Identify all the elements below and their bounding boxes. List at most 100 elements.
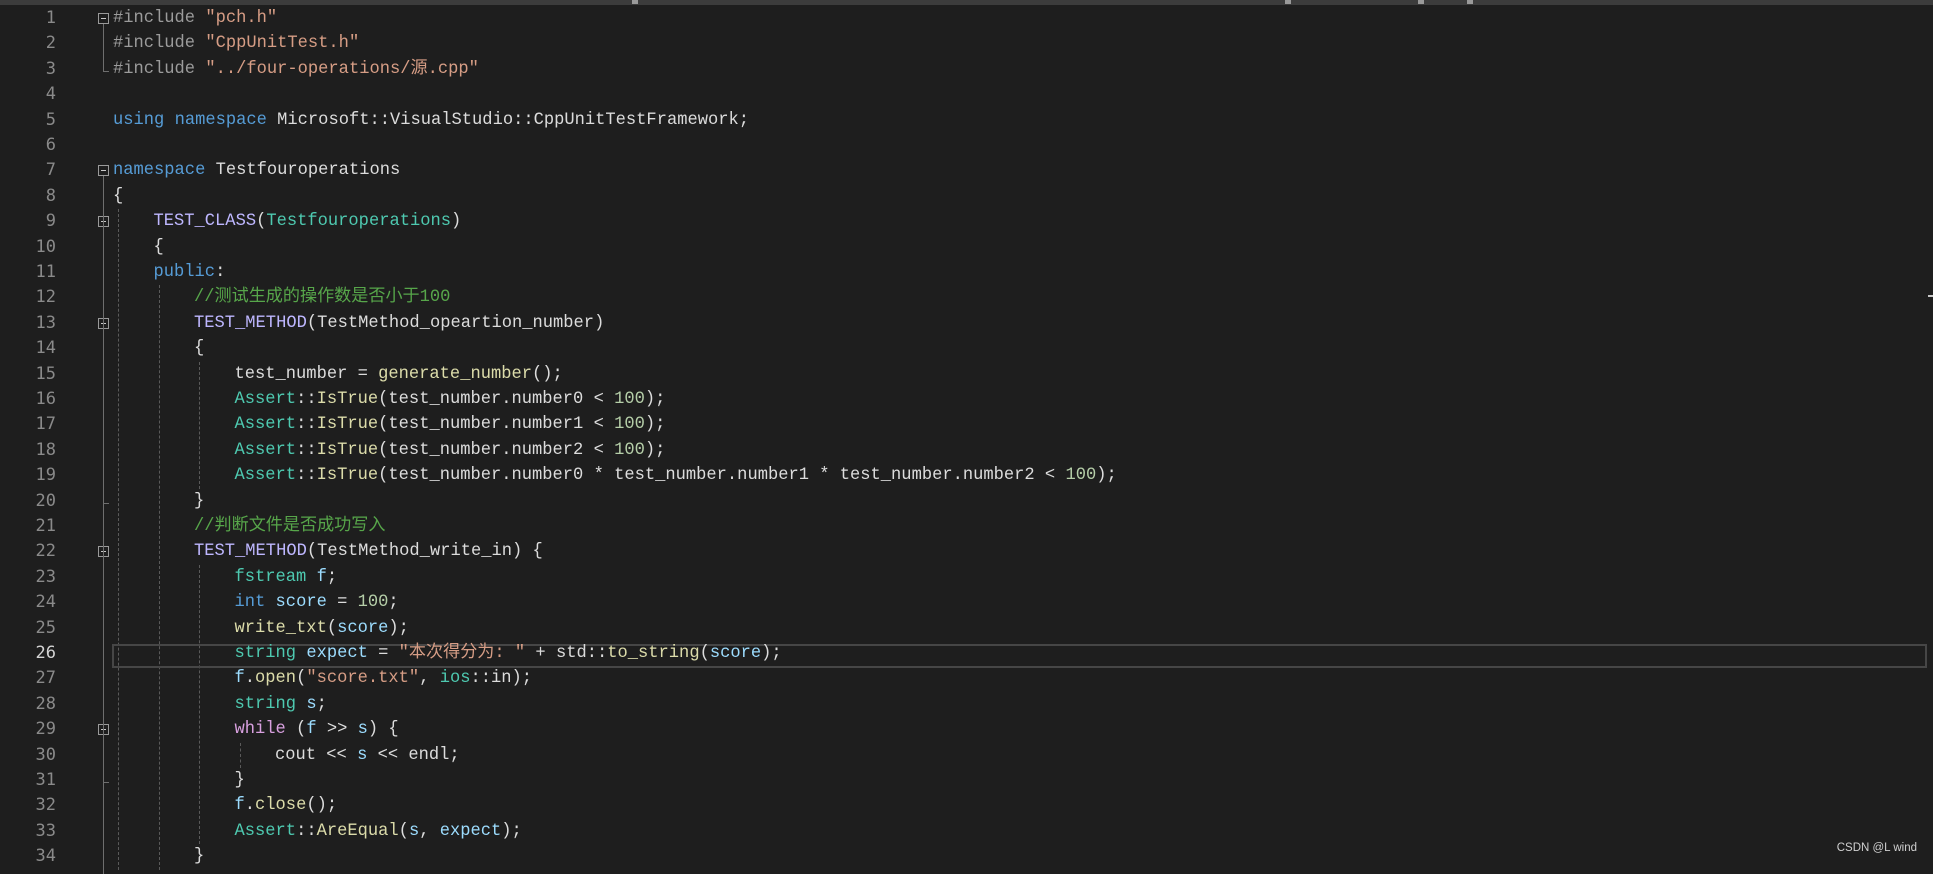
code-token: while (234, 720, 286, 740)
code-line[interactable]: 3 #include "../four-operations/源.cpp" (0, 57, 1933, 82)
code-line[interactable]: 6 (0, 133, 1933, 158)
code-line[interactable]: 11 public: (0, 260, 1933, 285)
line-number: 14 (35, 338, 56, 359)
code-line[interactable]: 31} (0, 768, 1933, 793)
code-text: TEST_CLASS(Testfouroperations) (154, 209, 462, 234)
code-token: expect (439, 821, 502, 841)
code-line[interactable]: 32 f.close(); (0, 793, 1933, 818)
line-number: 24 (35, 592, 56, 613)
code-token: 100 (614, 415, 645, 435)
code-line[interactable]: 26 string expect = "本次得分为: " + std::to_st… (0, 641, 1933, 666)
line-number: 23 (35, 566, 56, 587)
code-line[interactable]: 21 //判断文件是否成功写入 (0, 514, 1933, 539)
code-line[interactable]: 28 string s; (0, 692, 1933, 717)
code-line[interactable]: 10 { (0, 235, 1933, 260)
code-text: //判断文件是否成功写入 (194, 514, 385, 539)
code-token: //测试生成的操作数是否小于100 (194, 288, 451, 308)
code-line[interactable]: 7 namespace Testfouroperations (0, 158, 1933, 183)
code-token: cout << (275, 745, 358, 765)
code-text: { (154, 235, 164, 260)
code-line[interactable]: 8{ (0, 184, 1933, 209)
code-token: s (306, 694, 317, 714)
code-line[interactable]: 15 test_number = generate_number(); (0, 362, 1933, 387)
code-line[interactable]: 20} (0, 489, 1933, 514)
code-line[interactable]: 19 Assert::IsTrue(test_number.number0 * t… (0, 463, 1933, 488)
code-text: write_txt(score); (235, 616, 409, 641)
code-token: Microsoft::VisualStudio::CppUnitTestFram… (266, 110, 750, 130)
code-line[interactable]: 14 { (0, 336, 1933, 361)
code-line[interactable]: 18 Assert::IsTrue(test_number.number2 < 1… (0, 438, 1933, 463)
line-number: 8 (45, 185, 56, 206)
line-number: 10 (35, 236, 56, 257)
code-text: } (235, 768, 245, 793)
code-token: //判断文件是否成功写入 (194, 517, 386, 536)
code-token: ) (451, 212, 462, 232)
code-token: IsTrue (316, 466, 379, 486)
code-text: test_number = generate_number(); (235, 362, 563, 387)
code-text: Assert::AreEqual(s, expect); (235, 819, 522, 844)
code-token: f (234, 796, 245, 816)
code-line[interactable]: 12 //测试生成的操作数是否小于100 (0, 285, 1933, 310)
code-token: + std:: (525, 644, 608, 663)
code-line[interactable]: 27 f.open("score.txt", ios::in); (0, 666, 1933, 691)
code-token: >> (316, 720, 358, 740)
code-line[interactable]: 25 write_txt(score); (0, 616, 1933, 641)
code-line[interactable]: 13 TEST_METHOD(TestMethod_opeartion_numbe… (0, 311, 1933, 336)
code-token: 100 (357, 593, 389, 613)
code-token: , (419, 821, 440, 841)
code-token: IsTrue (316, 440, 379, 460)
code-token: s (357, 745, 368, 765)
code-text: f.close(); (235, 793, 338, 818)
code-line[interactable]: 9 TEST_CLASS(Testfouroperations) (0, 209, 1933, 234)
code-token: :: (296, 466, 317, 486)
code-line[interactable]: 16 Assert::IsTrue(test_number.number0 < 1… (0, 387, 1933, 412)
scrollbar-marker (1928, 295, 1933, 297)
code-token: { (113, 186, 124, 206)
code-token: ( (296, 669, 307, 689)
code-token: f (234, 669, 245, 689)
code-token: "CppUnitTest.h" (205, 34, 360, 54)
code-line[interactable]: 17 Assert::IsTrue(test_number.number1 < 1… (0, 412, 1933, 437)
line-number: 2 (45, 33, 56, 54)
code-text: Assert::IsTrue(test_number.number0 < 100… (235, 387, 666, 412)
code-line[interactable]: 29 while (f >> s) { (0, 717, 1933, 742)
code-token: "pch.h" (205, 9, 278, 28)
code-token: ::in); (470, 669, 533, 689)
code-line[interactable]: 34} (0, 844, 1933, 869)
code-token: ); (1096, 466, 1117, 486)
code-text: Assert::IsTrue(test_number.number0 * tes… (235, 463, 1117, 488)
code-token: : (215, 263, 226, 282)
code-token: score (337, 618, 389, 638)
line-number: 28 (35, 693, 56, 714)
line-number: 6 (45, 135, 56, 155)
code-line[interactable]: 4 (0, 82, 1933, 107)
code-token: f (306, 720, 317, 740)
watermark: CSDN @L wind (1836, 842, 1917, 854)
code-text: Assert::IsTrue(test_number.number1 < 100… (235, 412, 666, 437)
line-number: 27 (35, 668, 56, 689)
code-token: ); (388, 618, 409, 638)
code-text: f.open("score.txt", ios::in); (235, 666, 533, 691)
code-token: (test_number.number0 < (378, 390, 615, 409)
code-line[interactable]: 5 using namespace Microsoft::VisualStudio… (0, 108, 1933, 133)
code-line[interactable]: 24 int score = 100; (0, 590, 1933, 615)
code-token: f (316, 567, 327, 587)
code-token: write_txt (234, 618, 327, 638)
code-token: (test_number.number1 < (378, 415, 615, 435)
line-number: 29 (35, 719, 56, 740)
code-line[interactable]: 1 #include "pch.h" (0, 6, 1933, 31)
code-line[interactable]: 23 fstream f; (0, 565, 1933, 590)
line-number: 21 (35, 516, 56, 536)
code-editor[interactable]: 1 #include "pch.h" 2 #include "CppUnitTest.… (0, 0, 1933, 874)
code-token: ); (501, 821, 522, 841)
line-number: 1 (45, 8, 56, 28)
code-token: s (408, 821, 420, 841)
line-number: 7 (45, 160, 56, 181)
line-number: 13 (35, 312, 56, 333)
code-line[interactable]: 2 #include "CppUnitTest.h" (0, 31, 1933, 56)
code-line[interactable]: 22 TEST_METHOD(TestMethod_write_in) { (0, 539, 1933, 564)
code-line[interactable]: 30 cout << s << endl; (0, 743, 1933, 768)
code-token: 100 (614, 390, 645, 409)
code-line[interactable]: 33 Assert::AreEqual(s, expect); (0, 819, 1933, 844)
